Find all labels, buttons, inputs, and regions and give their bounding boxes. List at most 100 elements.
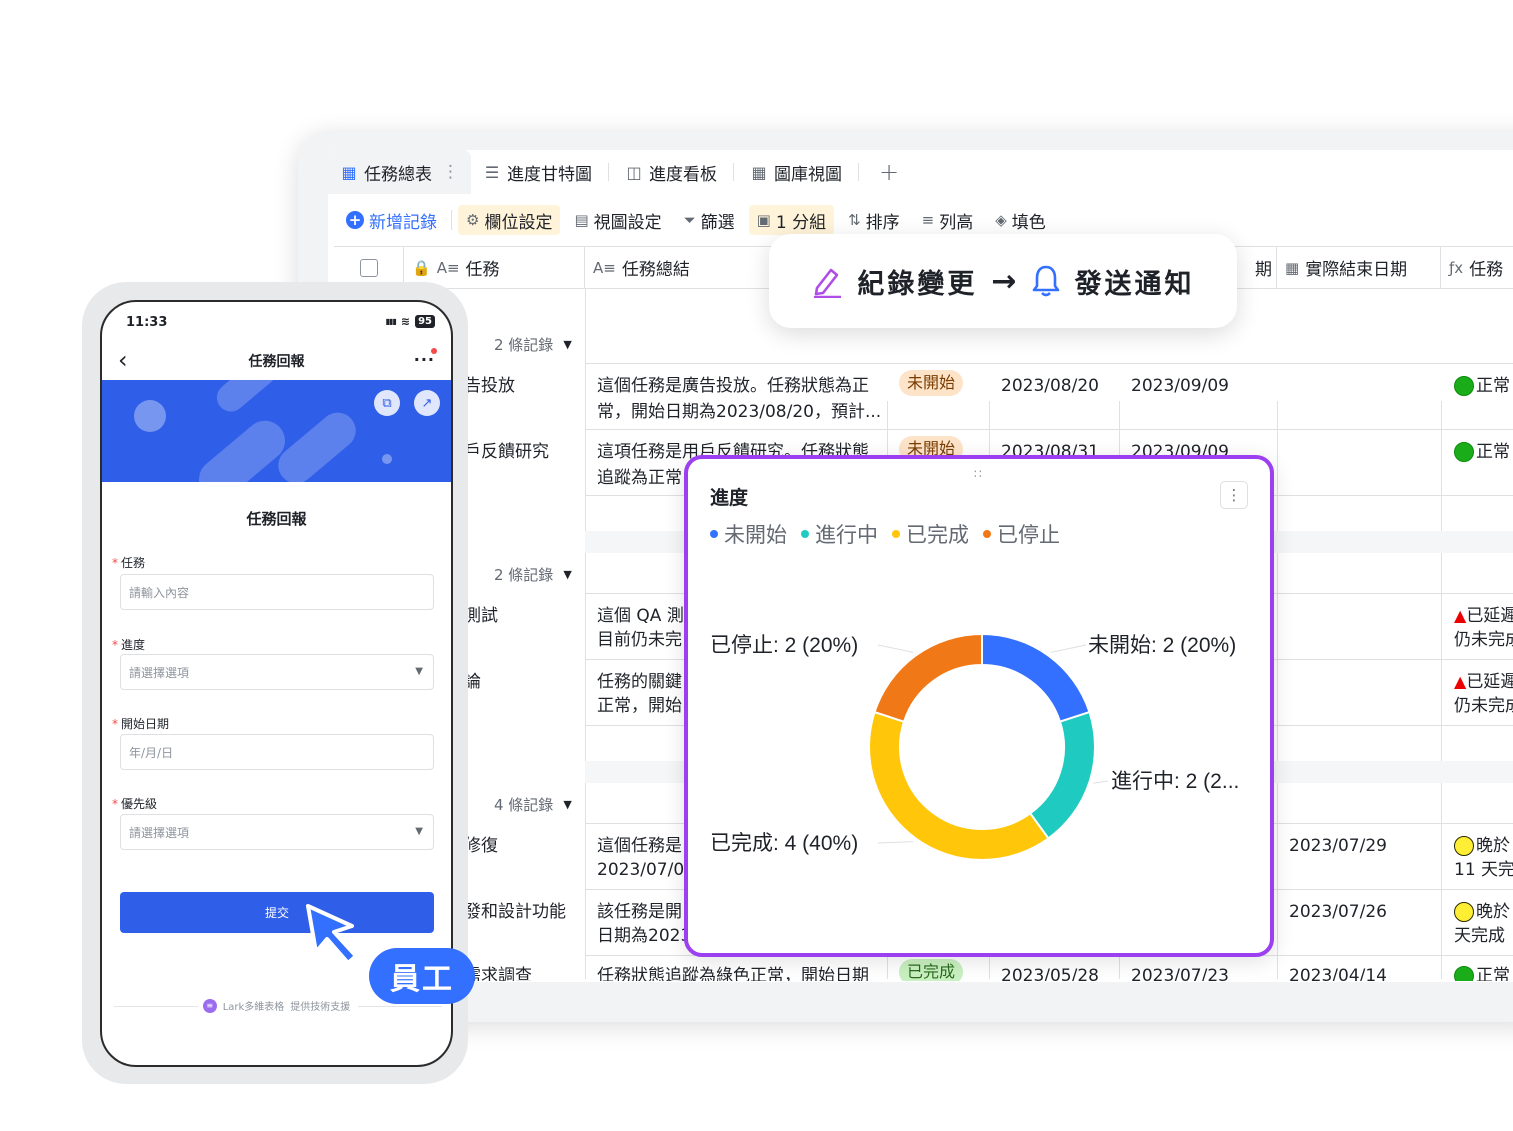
group-count: 2 條記錄 [494,565,554,584]
column-header-actual-end[interactable]: ▦ 實際結束日期 [1277,247,1441,289]
plus-icon: + [346,211,364,229]
tab-label: 圖庫視圖 [774,164,842,185]
column-divider [1277,401,1278,979]
status-cell-line[interactable]: 11 天完 [1454,857,1513,883]
donut-slice[interactable] [1028,710,1096,840]
status-cell-line[interactable]: ▲已延遲 [1454,669,1513,695]
task-cell[interactable]: 測試 [464,603,498,629]
start-date-cell[interactable]: 2023/08/20 [1001,373,1099,399]
view-tabbar: ▦ 任務總表 ⋮ ☰ 進度甘特圖 ◫ 進度看板 ▦ 圖庫視圖 + [328,150,1513,194]
summary-cell-line[interactable]: 2023/07/01 [597,857,695,883]
summary-cell-line[interactable]: 任務狀態追蹤為綠色正常，開始日期 [597,963,869,981]
leader-line [877,644,914,653]
back-arrow-icon[interactable]: ‹ [118,346,128,374]
summary-cell-line[interactable]: 這個 QA 測 [597,603,684,629]
share-icon[interactable]: ↗ [414,390,440,416]
task-input[interactable]: 請輸入內容 [120,574,434,610]
column-divider [585,289,586,979]
summary-cell-line[interactable]: 目前仍未完 [597,627,682,653]
select-all-checkbox[interactable] [359,258,378,277]
view-settings-button[interactable]: ▤ 視圖設定 [566,205,669,235]
actual-end-cell[interactable]: 2023/07/26 [1289,899,1387,925]
status-cell[interactable]: 正常 [1454,373,1510,404]
text-field-icon: A≡ [593,258,616,277]
tab-divider [858,163,859,181]
chevron-down-icon: ▼ [415,666,423,677]
donut-slice[interactable] [868,710,1050,861]
progress-chart-panel[interactable]: ∷ 進度 ⋮ 未開始 進行中 已完成 已停止 未開始: 2 (20%) 進行中:… [684,455,1274,957]
group-header[interactable]: 2 條記錄 ▼ [494,555,572,593]
status-text: 已延遲 [1466,606,1513,626]
gear-icon: ⚙ [466,211,480,229]
row-divider [585,429,1513,430]
progress-select[interactable]: 請選擇選項 ▼ [120,654,434,690]
group-header[interactable]: 4 條記錄 ▼ [494,785,572,823]
status-cell-line[interactable]: 仍未完成 [1454,627,1513,653]
tab-kanban[interactable]: ◫ 進度看板 [613,150,729,194]
green-circle-icon [1454,376,1474,396]
task-cell[interactable]: 戶反饋研究 [464,439,549,465]
task-cell[interactable]: 告投放 [464,373,515,399]
status-cell-line[interactable]: 仍未完成 [1454,693,1513,719]
new-record-button[interactable]: + 新增記錄 [338,205,445,235]
fill-color-button[interactable]: ◈ 填色 [987,205,1054,235]
input-placeholder: 年/月/日 [129,745,174,760]
lock-icon: 🔒 [412,258,431,277]
status-cell-line[interactable]: ▲已延遲 [1454,603,1513,629]
donut-chart: 未開始: 2 (20%) 進行中: 2 (2... 已完成: 4 (40%) 已… [710,632,1239,861]
priority-select[interactable]: 請選擇選項 ▼ [120,814,434,850]
group-count: 4 條記錄 [494,795,554,814]
summary-cell-line[interactable]: 常，開始日期為2023/08/20，預計... [597,399,881,425]
tab-gallery[interactable]: ▦ 圖庫視圖 [738,150,854,194]
summary-cell-line[interactable]: 這個任務是 [597,833,682,859]
status-cell[interactable]: 正常 [1454,439,1510,470]
slice-label-stopped: 已停止: 2 (20%) [710,634,858,657]
group-header[interactable]: 2 條記錄 ▼ [494,325,572,363]
group-button[interactable]: ▣ 1 分組 [748,205,835,235]
submit-button[interactable]: 提交 [120,892,434,933]
automation-callout: 紀錄變更 → 發送通知 [769,234,1237,328]
sort-label: 排序 [865,212,900,233]
summary-cell-line[interactable]: 任務的關鍵 [597,669,682,695]
start-date-input[interactable]: 年/月/日 [120,734,434,770]
task-cell[interactable]: 發和設計功能 [464,899,566,925]
column-header-status[interactable]: ƒx 任務 [1441,247,1513,289]
notification-dot [431,348,437,354]
status-cell[interactable]: 正常 [1454,963,1510,981]
toolbar-divider [451,210,452,230]
status-text: 晚於 [1476,836,1510,856]
tab-gantt[interactable]: ☰ 進度甘特圖 [471,150,604,194]
sort-button[interactable]: ⇅ 排序 [840,205,908,235]
filter-button[interactable]: ⏷ 篩選 [676,205,743,235]
kanban-icon: ◫ [626,162,642,182]
sort-icon: ⇅ [848,211,861,229]
group-label: 1 分組 [775,212,827,233]
task-cell[interactable]: 修復 [464,833,498,859]
summary-cell-line[interactable]: 該任務是開 [597,899,682,925]
progress-cell[interactable]: 未開始 [899,370,964,396]
summary-cell-line[interactable]: 追蹤為正常 [597,465,682,491]
row-divider [585,363,1513,364]
summary-cell-line[interactable]: 正常，開始 [597,693,682,719]
field-settings-button[interactable]: ⚙ 欄位設定 [458,205,561,235]
field-label: * 任務 [112,554,145,571]
actual-end-cell[interactable]: 2023/07/29 [1289,833,1387,859]
copy-icon[interactable]: ⧉ [374,390,400,416]
field-label: * 優先級 [112,795,157,812]
progress-cell[interactable]: 已完成 [899,959,964,981]
status-cell-line[interactable]: 天完成 [1454,923,1505,949]
pencil-icon [814,268,842,298]
end-date-cell[interactable]: 2023/07/23 [1131,963,1229,981]
tab-task-table[interactable]: ▦ 任務總表 ⋮ [328,150,471,194]
row-height-button[interactable]: ≡ 列高 [914,205,982,235]
summary-cell-line[interactable]: 這個任務是廣告投放。任務狀態為正 [597,373,869,399]
end-date-cell[interactable]: 2023/09/09 [1131,373,1229,399]
tab-more-icon[interactable]: ⋮ [442,162,459,182]
add-view-button[interactable]: + [863,158,915,186]
field-label: * 進度 [112,636,145,653]
actual-end-cell[interactable]: 2023/04/14 [1289,963,1387,981]
summary-cell-line[interactable]: 日期為2023 [597,923,691,949]
text-field-icon: A≡ [436,258,460,277]
grid-table-icon: ▦ [341,162,357,182]
start-date-cell[interactable]: 2023/05/28 [1001,963,1099,981]
